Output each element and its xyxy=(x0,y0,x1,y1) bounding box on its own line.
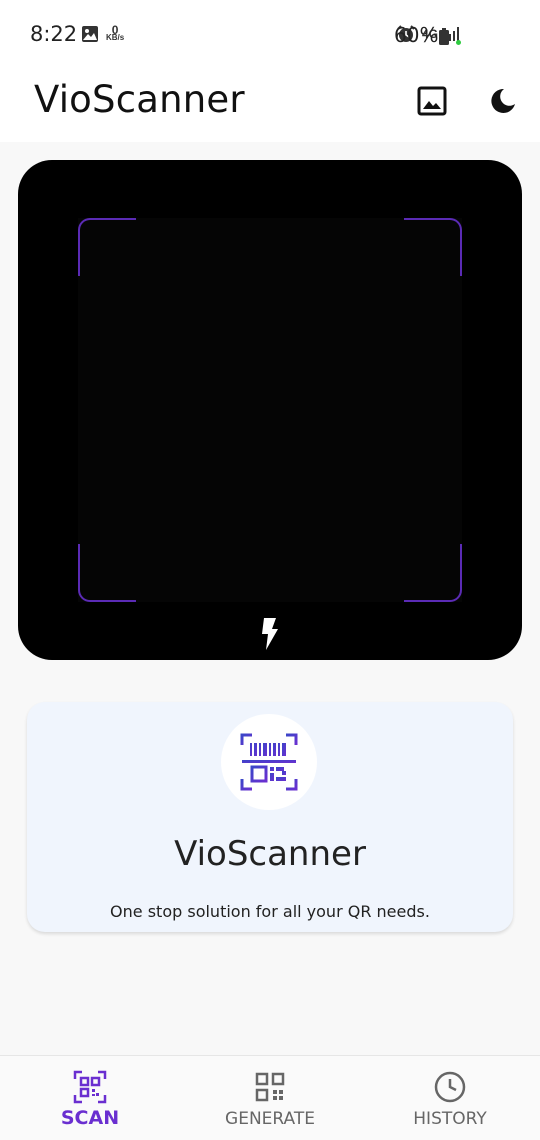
net-speed: 0 KB/s xyxy=(106,24,125,42)
qr-code-icon xyxy=(255,1072,285,1102)
status-bar: 8:22 0 KB/s 4G 60% xyxy=(0,0,540,70)
image-icon[interactable] xyxy=(417,86,447,116)
status-time: 8:22 xyxy=(30,22,78,46)
scan-frame-corner-top-right xyxy=(404,218,462,276)
camera-scanner-view[interactable] xyxy=(18,160,522,660)
battery-icon xyxy=(439,28,449,45)
qr-scan-icon xyxy=(73,1070,107,1104)
scan-frame-corner-top-left xyxy=(78,218,136,276)
app-bar: VioScanner xyxy=(0,70,540,142)
gallery-notification-icon xyxy=(82,26,98,42)
app-title: VioScanner xyxy=(34,78,245,121)
card-subtitle: One stop solution for all your QR needs. xyxy=(110,902,430,921)
flash-icon[interactable] xyxy=(258,616,282,652)
card-title: VioScanner xyxy=(174,834,366,874)
nav-label-history: HISTORY xyxy=(413,1109,487,1129)
bottom-navigation: SCAN GENERATE HISTORY xyxy=(0,1055,540,1140)
scan-frame-corner-bottom-left xyxy=(78,544,136,602)
barcode-qr-logo-icon xyxy=(240,733,298,791)
nav-item-history[interactable]: HISTORY xyxy=(360,1056,540,1140)
status-left-icons: 0 KB/s xyxy=(80,24,124,44)
nav-label-generate: GENERATE xyxy=(225,1109,315,1129)
nav-item-scan[interactable]: SCAN xyxy=(0,1056,180,1140)
nav-label-scan: SCAN xyxy=(60,1107,120,1129)
privacy-indicator-dot xyxy=(456,40,461,45)
battery-percent: 60% xyxy=(394,23,439,47)
nav-item-generate[interactable]: GENERATE xyxy=(180,1056,360,1140)
net-speed-unit: KB/s xyxy=(106,33,125,42)
info-card: VioScanner One stop solution for all you… xyxy=(27,702,513,932)
logo-circle xyxy=(221,714,317,810)
dark-mode-moon-icon[interactable] xyxy=(488,86,518,116)
clock-icon xyxy=(434,1071,466,1103)
scan-frame-corner-bottom-right xyxy=(404,544,462,602)
